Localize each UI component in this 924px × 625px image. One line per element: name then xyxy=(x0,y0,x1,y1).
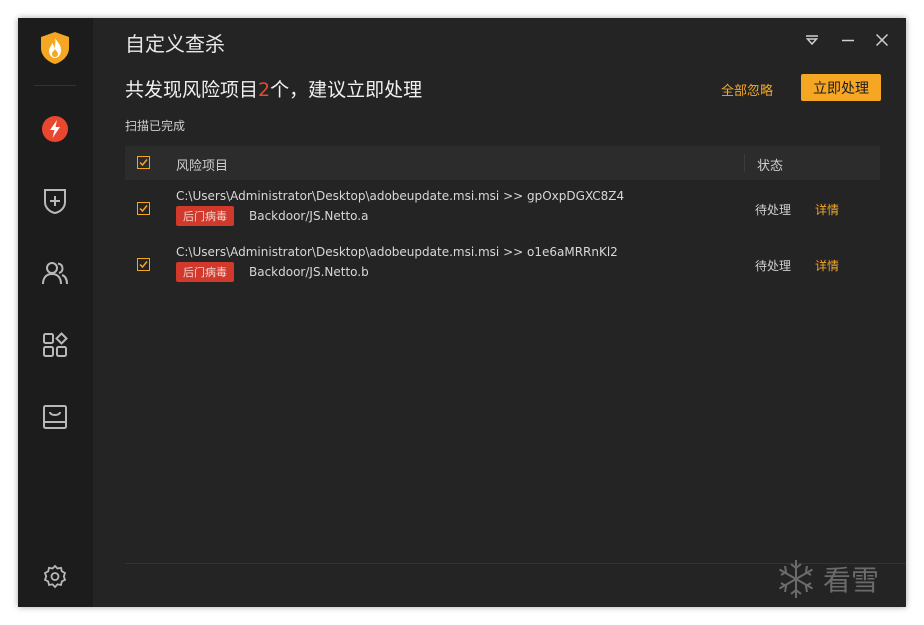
column-header-status: 状态 xyxy=(757,159,784,174)
sidebar-item-users[interactable] xyxy=(40,258,70,288)
row-status: 待处理 xyxy=(755,203,792,217)
threat-type-badge: 后门病毒 xyxy=(176,206,234,226)
sidebar-divider xyxy=(34,85,76,86)
select-all-checkbox[interactable] xyxy=(137,156,150,169)
table-header: 风险项目 状态 xyxy=(125,146,880,180)
summary-suffix: 个，建议立即处理 xyxy=(270,79,423,101)
risk-count: 2 xyxy=(258,79,271,101)
sidebar-item-tools[interactable] xyxy=(40,330,70,360)
row-checkbox[interactable] xyxy=(137,202,150,215)
check-icon xyxy=(139,261,148,269)
apps-grid-icon xyxy=(43,332,68,357)
table-row: C:\Users\Administrator\Desktop\adobeupda… xyxy=(125,182,880,234)
window-title: 自定义查杀 xyxy=(125,32,225,56)
detail-link[interactable]: 详情 xyxy=(815,257,839,274)
file-path: C:\Users\Administrator\Desktop\adobeupda… xyxy=(176,245,618,259)
watermark: 看雪 xyxy=(775,554,905,604)
box-icon xyxy=(43,405,67,429)
threat-name: Backdoor/JS.Netto.a xyxy=(249,209,369,223)
sidebar xyxy=(18,18,93,607)
row-status: 待处理 xyxy=(755,259,792,273)
lightning-icon xyxy=(42,116,68,142)
threat-name: Backdoor/JS.Netto.b xyxy=(249,265,369,279)
check-icon xyxy=(139,159,148,167)
menu-dropdown-button[interactable] xyxy=(803,31,821,49)
minimize-button[interactable] xyxy=(839,31,857,49)
summary-prefix: 共发现风险项目 xyxy=(125,79,259,101)
column-separator xyxy=(744,154,745,172)
dropdown-icon xyxy=(805,35,819,46)
app-logo-icon xyxy=(38,30,72,66)
sidebar-item-box[interactable] xyxy=(40,402,70,432)
handle-now-button[interactable]: 立即处理 xyxy=(801,74,881,101)
scan-summary-headline: 共发现风险项目2个，建议立即处理 xyxy=(125,75,422,102)
check-icon xyxy=(139,205,148,213)
ignore-all-link[interactable]: 全部忽略 xyxy=(721,80,773,99)
table-row: C:\Users\Administrator\Desktop\adobeupda… xyxy=(125,238,880,290)
main-panel: 自定义查杀 共发现风险项目2个，建议立即处理 扫描已完成 全部忽略 立即处理 风… xyxy=(93,18,906,607)
sidebar-item-virus-scan[interactable] xyxy=(40,114,70,144)
column-header-item: 风险项目 xyxy=(176,159,229,174)
sidebar-item-protection[interactable] xyxy=(40,186,70,216)
file-path: C:\Users\Administrator\Desktop\adobeupda… xyxy=(176,189,625,203)
watermark-text: 看雪 xyxy=(823,564,880,597)
settings-button[interactable] xyxy=(40,562,70,592)
minimize-icon xyxy=(842,39,854,42)
threat-type-badge: 后门病毒 xyxy=(176,262,234,282)
close-button[interactable] xyxy=(873,31,891,49)
snowflake-icon xyxy=(779,560,813,598)
detail-link[interactable]: 详情 xyxy=(815,201,839,218)
gear-icon xyxy=(43,564,67,589)
close-icon xyxy=(875,33,889,47)
row-checkbox[interactable] xyxy=(137,258,150,271)
users-icon xyxy=(42,262,68,285)
scan-status: 扫描已完成 xyxy=(125,119,186,133)
app-window: 自定义查杀 共发现风险项目2个，建议立即处理 扫描已完成 全部忽略 立即处理 风… xyxy=(18,18,906,607)
shield-plus-icon xyxy=(44,189,66,215)
